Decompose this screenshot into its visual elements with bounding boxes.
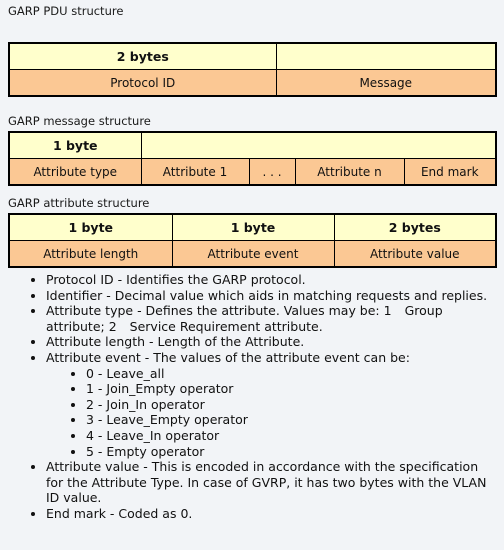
cell-size-attribute-value: 2 bytes [333, 213, 497, 241]
table-garp-message-structure: 1 byte Attribute type Attribute 1 . . . … [8, 131, 497, 186]
table-row: 1 byte 1 byte 2 bytes [8, 213, 497, 241]
cell-size-attribute-type: 1 byte [8, 131, 142, 159]
table-row: Attribute type Attribute 1 . . . Attribu… [8, 158, 497, 186]
cell-field-attribute-length: Attribute length [8, 240, 173, 268]
section-garp-pdu-structure: GARP PDU structure [0, 4, 504, 18]
list-item: Attribute value - This is encoded in acc… [46, 459, 498, 506]
section-heading-garp-pdu: GARP PDU structure [8, 4, 124, 18]
cell-field-ellipsis: . . . [248, 158, 296, 186]
notes-list: Protocol ID - Identifies the GARP protoc… [0, 272, 504, 522]
list-item-part: Service Requirement attribute. [129, 318, 323, 334]
cell-field-message: Message [275, 69, 497, 97]
cell-field-attribute-1: Attribute 1 [140, 158, 250, 186]
list-item: Attribute length - Length of the Attribu… [46, 334, 498, 350]
cell-field-attribute-type: Attribute type [8, 158, 142, 186]
list-item-label: Attribute event - The values of the attr… [46, 349, 410, 365]
table-row: Attribute length Attribute event Attribu… [8, 240, 497, 268]
section-garp-message-structure: GARP message structure [0, 114, 504, 128]
cell-field-attribute-value: Attribute value [333, 240, 497, 268]
section-garp-attribute-structure: GARP attribute structure [0, 196, 504, 210]
list-item: Protocol ID - Identifies the GARP protoc… [46, 272, 498, 288]
table-garp-attribute-structure: 1 byte 1 byte 2 bytes Attribute length A… [8, 213, 497, 268]
list-item: 3 - Leave_Empty operator [86, 412, 498, 428]
table-wrapper-garp-pdu: 2 bytes Protocol ID Message [0, 42, 504, 97]
cell-size-message [275, 42, 497, 70]
list-item: 1 - Join_Empty operator [86, 381, 498, 397]
table-row: 2 bytes [8, 42, 497, 70]
cell-field-attribute-event: Attribute event [171, 240, 335, 268]
section-heading-garp-attribute: GARP attribute structure [8, 196, 150, 210]
cell-field-protocol-id: Protocol ID [8, 69, 277, 97]
table-row: Protocol ID Message [8, 69, 497, 97]
page-root: GARP PDU structure 2 bytes Protocol ID M… [0, 0, 504, 550]
notes-section: Protocol ID - Identifies the GARP protoc… [0, 272, 504, 522]
cell-size-protocol-id: 2 bytes [8, 42, 277, 70]
table-wrapper-garp-message: 1 byte Attribute type Attribute 1 . . . … [0, 131, 504, 186]
cell-size-remainder [140, 131, 497, 159]
list-item: 4 - Leave_In operator [86, 428, 498, 444]
list-item: 5 - Empty operator [86, 444, 498, 460]
cell-size-attribute-event: 1 byte [171, 213, 335, 241]
table-row: 1 byte [8, 131, 497, 159]
table-wrapper-garp-attribute: 1 byte 1 byte 2 bytes Attribute length A… [0, 213, 504, 268]
list-item: Identifier - Decimal value which aids in… [46, 288, 498, 304]
table-garp-pdu-structure: 2 bytes Protocol ID Message [8, 42, 497, 97]
list-item-part: Attribute type - Defines the attribute. … [46, 303, 392, 319]
list-item: 0 - Leave_all [86, 366, 498, 382]
list-item: Attribute type - Defines the attribute. … [46, 303, 498, 334]
list-item: Attribute event - The values of the attr… [46, 350, 498, 459]
cell-size-attribute-length: 1 byte [8, 213, 173, 241]
list-item: End mark - Coded as 0. [46, 506, 498, 522]
cell-field-end-mark: End mark [403, 158, 497, 186]
section-heading-garp-message: GARP message structure [8, 114, 151, 128]
attribute-event-values-list: 0 - Leave_all 1 - Join_Empty operator 2 … [46, 366, 498, 460]
list-item: 2 - Join_In operator [86, 397, 498, 413]
cell-field-attribute-n: Attribute n [294, 158, 405, 186]
